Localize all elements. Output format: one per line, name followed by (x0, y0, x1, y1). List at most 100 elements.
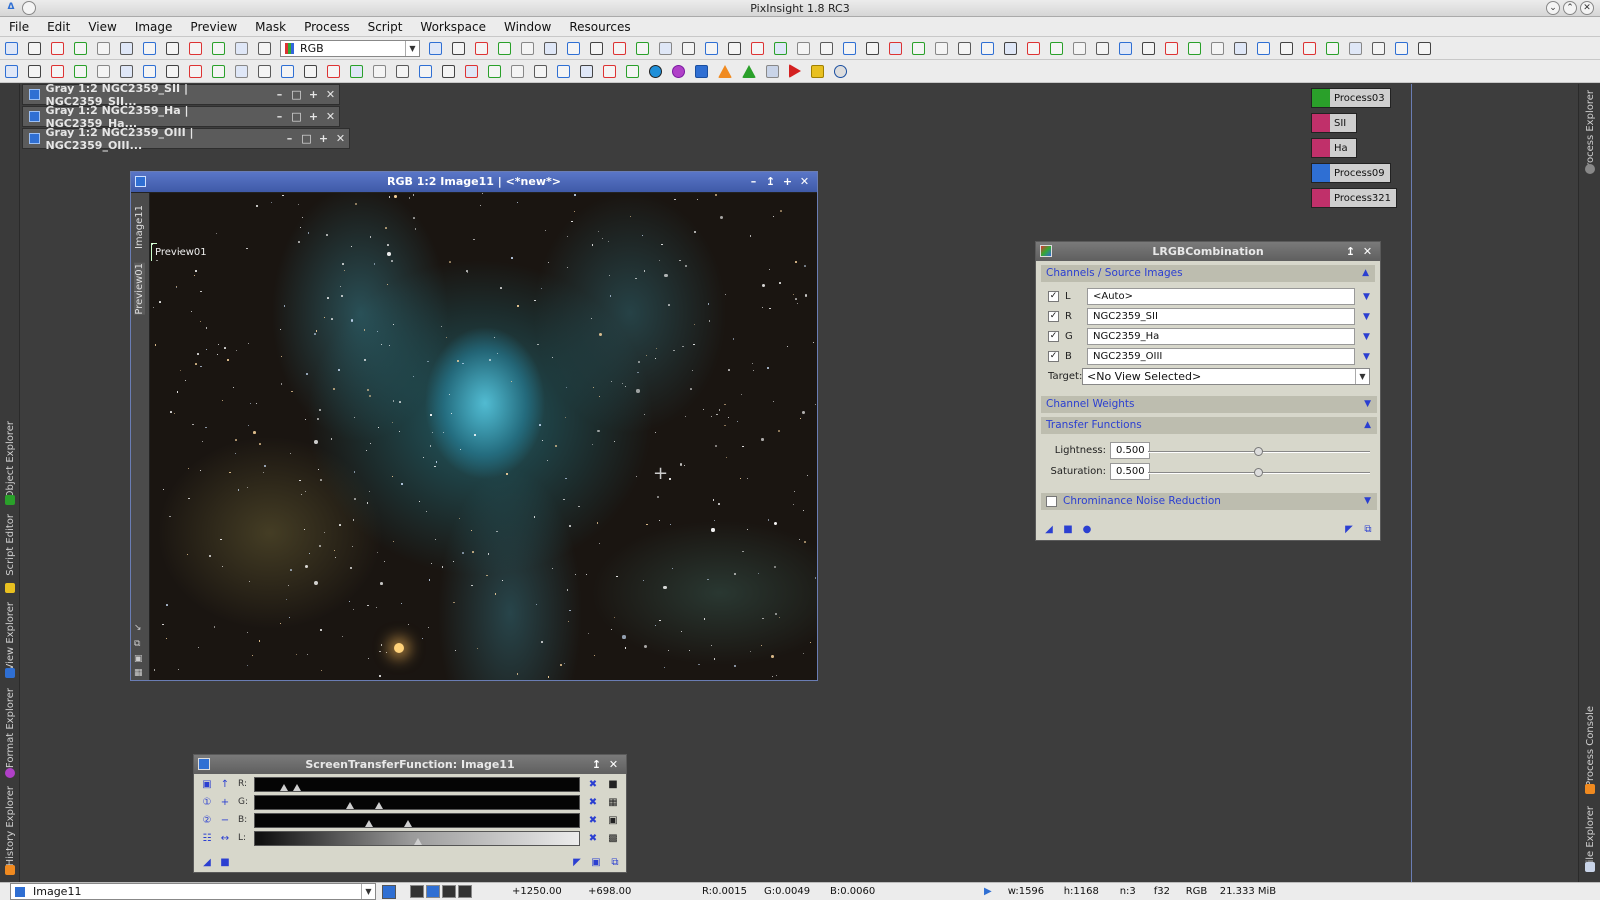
iconized-window-sii[interactable]: Gray 1:2 NGC2359_SII | NGC2359_SII... – □… (22, 82, 340, 108)
lrgb-combination-panel[interactable]: LRGBCombination ↥ ✕ Channels / Source Ima… (1035, 241, 1381, 541)
cube-icon[interactable] (695, 64, 708, 78)
toolbar-tool-44-icon[interactable] (1418, 41, 1431, 55)
toolbar-tool-22-icon[interactable] (912, 41, 925, 55)
process-toolbar-button-28-icon[interactable] (626, 64, 639, 78)
stf-l-histogram-track[interactable] (254, 831, 580, 846)
process-console-icon[interactable] (1585, 784, 1595, 794)
toolbar-button-4-icon[interactable] (74, 41, 87, 55)
process-icon-sii[interactable]: SII (1311, 113, 1357, 133)
stf-b-histogram-track[interactable] (254, 813, 580, 828)
cylinder-icon[interactable] (766, 64, 779, 78)
channel-l-checkbox[interactable]: ✓ (1048, 291, 1059, 302)
menu-preview[interactable]: Preview (181, 20, 246, 34)
toolbar-tool-28-icon[interactable] (1050, 41, 1063, 55)
menu-image[interactable]: Image (126, 20, 182, 34)
track-view-icon[interactable]: ▣ (589, 856, 603, 870)
close-icon[interactable]: ✕ (322, 88, 339, 101)
target-select[interactable]: <No View Selected> ▼ (1082, 368, 1370, 385)
collapse-icon[interactable]: ▲ (1362, 265, 1369, 282)
preview-icon[interactable]: ▣ (134, 654, 143, 664)
close-icon[interactable]: ✕ (605, 755, 622, 774)
process-explorer-icon[interactable] (1585, 164, 1595, 174)
run-icon[interactable] (789, 64, 801, 78)
toolbar-tool-20-icon[interactable] (866, 41, 879, 55)
stf-g-histogram-track[interactable] (254, 795, 580, 810)
toolbar-button-8-icon[interactable] (166, 41, 179, 55)
toolbar-button-6-icon[interactable] (120, 41, 133, 55)
toolbar-tool-39-icon[interactable] (1303, 41, 1316, 55)
minimize-icon[interactable]: – (271, 88, 288, 101)
saturation-slider-handle[interactable] (1254, 468, 1263, 477)
display-mode-2-icon[interactable] (426, 885, 440, 898)
shade-icon[interactable]: ↥ (762, 172, 779, 192)
resize-icon[interactable]: ⧉ (134, 639, 140, 649)
sphere-icon[interactable] (672, 64, 685, 78)
saturation-slider[interactable] (1148, 468, 1370, 477)
process-toolbar-button-14-icon[interactable] (304, 64, 317, 78)
process-toolbar-button-1-icon[interactable] (5, 64, 18, 78)
process-toolbar-button-6-icon[interactable] (120, 64, 133, 78)
select-view-icon[interactable]: ▼ (1363, 332, 1370, 342)
plus-icon[interactable]: + (305, 88, 322, 101)
stf-auto-stretch-icon[interactable]: ✖ (586, 832, 600, 846)
menu-view[interactable]: View (79, 20, 125, 34)
lrgb-titlebar[interactable]: LRGBCombination ↥ ✕ (1036, 242, 1380, 261)
toolbar-tool-15-icon[interactable] (751, 41, 764, 55)
toolbar-tool-2-icon[interactable] (452, 41, 465, 55)
stf-row-option-icon[interactable]: ▣ (200, 778, 214, 792)
toolbar-tool-12-icon[interactable] (682, 41, 695, 55)
select-view-icon[interactable]: ▼ (1363, 292, 1370, 302)
toolbar-tool-42-icon[interactable] (1372, 41, 1385, 55)
lightness-input[interactable]: 0.500 (1110, 442, 1150, 459)
expand-icon[interactable]: ▼ (1364, 396, 1371, 413)
stf-r-histogram-track[interactable] (254, 777, 580, 792)
toolbar-button-5-icon[interactable] (97, 41, 110, 55)
file-explorer-tab[interactable]: File Explorer (1585, 806, 1596, 868)
file-explorer-icon[interactable] (1585, 862, 1595, 872)
plus-icon[interactable]: + (305, 110, 322, 123)
process-icon-ha[interactable]: Ha (1311, 138, 1357, 158)
stf-auto-stretch-icon[interactable]: ✖ (586, 796, 600, 810)
menu-mask[interactable]: Mask (246, 20, 295, 34)
stf-row-option-icon[interactable]: ② (200, 814, 214, 828)
toolbar-button-2-icon[interactable] (28, 41, 41, 55)
object-explorer-tab[interactable]: Object Explorer (5, 421, 16, 498)
toolbar-button-9-icon[interactable] (189, 41, 202, 55)
section-channels[interactable]: Channels / Source Images ▲ (1041, 265, 1375, 282)
process-icon-process09[interactable]: Process09 (1311, 163, 1391, 183)
stf-row-zoom-icon[interactable]: − (218, 814, 232, 828)
menu-process[interactable]: Process (295, 20, 359, 34)
toolbar-tool-40-icon[interactable] (1326, 41, 1339, 55)
close-icon[interactable]: ✕ (1359, 242, 1376, 261)
stf-link-icon[interactable]: ▩ (606, 832, 620, 846)
process-toolbar-button-26-icon[interactable] (580, 64, 593, 78)
saturation-input[interactable]: 0.500 (1110, 463, 1150, 480)
format-explorer-tab[interactable]: Format Explorer (5, 688, 16, 768)
process-toolbar-button-19-icon[interactable] (419, 64, 432, 78)
process-toolbar-button-24-icon[interactable] (534, 64, 547, 78)
new-instance-icon[interactable]: ◢ (1042, 523, 1056, 537)
process-toolbar-button-21-icon[interactable] (465, 64, 478, 78)
toolbar-tool-30-icon[interactable] (1096, 41, 1109, 55)
channel-l-source-input[interactable]: <Auto> (1087, 288, 1355, 305)
stf-row-zoom-icon[interactable]: ↑ (218, 778, 232, 792)
channel-b-source-input[interactable]: NGC2359_OIII (1087, 348, 1355, 365)
stf-midtones-handle[interactable] (365, 820, 374, 827)
process-toolbar-button-25-icon[interactable] (557, 64, 570, 78)
toolbar-tool-5-icon[interactable] (521, 41, 534, 55)
browse-doc-icon[interactable]: ◤ (570, 856, 584, 870)
toolbar-tool-23-icon[interactable] (935, 41, 948, 55)
close-window-button[interactable]: ✕ (1580, 1, 1594, 15)
stf-midtones-handle[interactable] (345, 802, 354, 809)
toolbar-button-12-icon[interactable] (258, 41, 271, 55)
history-explorer-icon[interactable] (5, 865, 15, 875)
image-window[interactable]: RGB 1:2 Image11 | <*new*> – ↥ + ✕ Image11 P… (130, 171, 818, 681)
script-editor-tab[interactable]: Script Editor (5, 514, 16, 576)
stf-row-option-icon[interactable]: ☷ (200, 832, 214, 846)
browse-doc-icon[interactable]: ◤ (1342, 523, 1356, 537)
toolbar-tool-16-icon[interactable] (774, 41, 787, 55)
channel-r-source-input[interactable]: NGC2359_SII (1087, 308, 1355, 325)
expand-icon[interactable]: ▼ (1364, 493, 1371, 510)
toolbar-tool-35-icon[interactable] (1211, 41, 1224, 55)
stf-midtones-handle[interactable] (280, 784, 289, 791)
